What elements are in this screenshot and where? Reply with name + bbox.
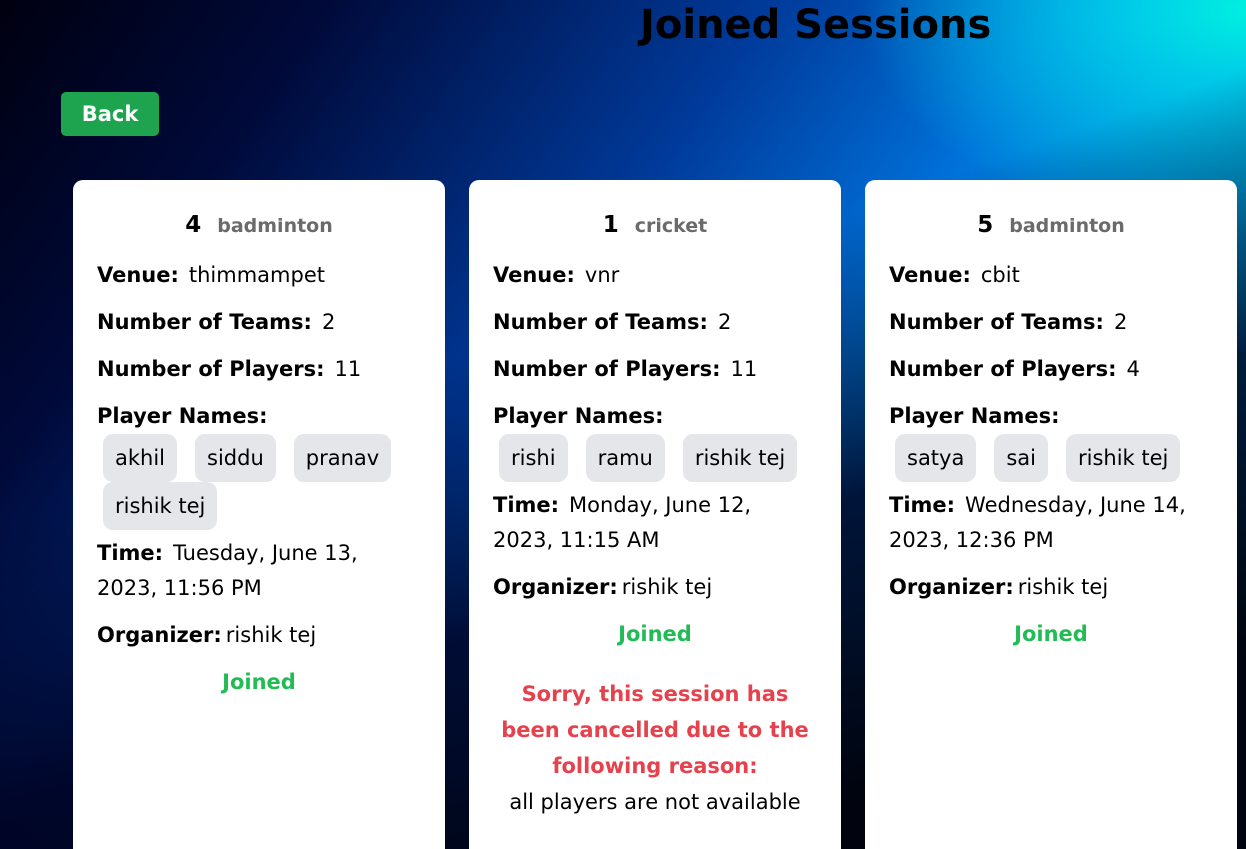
player-chip: pranav [293, 434, 392, 482]
cancellation-message: Sorry, this session has been cancelled d… [501, 682, 809, 778]
player-chip: rishik tej [1066, 434, 1181, 482]
time-label: Time: [493, 493, 560, 517]
player-chip: rishi [499, 434, 568, 482]
back-button[interactable]: Back [61, 92, 159, 136]
page-title: Joined Sessions [640, 2, 992, 48]
teams-row: Number of Teams: 2 [97, 305, 421, 340]
player-chip: ramu [585, 434, 665, 482]
session-id: 5 [977, 212, 994, 238]
teams-value: 2 [321, 310, 336, 334]
session-card: 1 cricket Venue: vnr Number of Teams: 2 Nu… [469, 180, 841, 849]
venue-label: Venue: [493, 263, 575, 287]
organizer-value: rishik tej [621, 575, 713, 599]
teams-label: Number of Teams: [493, 310, 708, 334]
players-label: Number of Players: [493, 357, 721, 381]
players-value: 11 [334, 357, 362, 381]
players-row: Number of Players: 4 [889, 352, 1213, 387]
session-sport: badminton [1009, 215, 1125, 237]
session-sport: cricket [634, 215, 708, 237]
joined-status: Joined [618, 622, 692, 646]
players-value: 11 [730, 357, 758, 381]
session-header: 1 cricket [493, 212, 817, 244]
player-chip: sai [994, 434, 1048, 482]
teams-label: Number of Teams: [889, 310, 1104, 334]
organizer-label: Organizer: [493, 575, 618, 599]
player-names-label: Player Names: [97, 404, 268, 428]
player-chip: siddu [195, 434, 276, 482]
teams-row: Number of Teams: 2 [889, 305, 1213, 340]
player-list: rishi ramu rishik tej [499, 434, 817, 482]
venue-value: vnr [584, 263, 620, 287]
session-card: 4 badminton Venue: thimmampet Number of T… [73, 180, 445, 849]
teams-value: 2 [717, 310, 732, 334]
organizer-value: rishik tej [225, 623, 317, 647]
organizer-row: Organizer: rishik tej [493, 570, 817, 605]
player-chip: akhil [103, 434, 178, 482]
player-chip: rishik tej [682, 434, 798, 482]
venue-label: Venue: [97, 263, 179, 287]
session-header: 5 badminton [889, 212, 1213, 244]
player-names-label: Player Names: [493, 404, 664, 428]
joined-status: Joined [1014, 622, 1088, 646]
session-id: 4 [185, 212, 202, 238]
organizer-row: Organizer: rishik tej [97, 618, 421, 653]
time-row: Time: Wednesday, June 14, 2023, 12:36 PM [889, 488, 1213, 558]
session-id: 1 [602, 212, 619, 238]
session-card: 5 badminton Venue: cbit Number of Teams: 2… [865, 180, 1237, 849]
player-names-label: Player Names: [889, 404, 1060, 428]
venue-row: Venue: cbit [889, 258, 1213, 293]
cancellation-reason: all players are not available [509, 790, 801, 814]
teams-row: Number of Teams: 2 [493, 305, 817, 340]
time-label: Time: [97, 541, 164, 565]
venue-value: cbit [980, 263, 1020, 287]
venue-row: Venue: vnr [493, 258, 817, 293]
players-row: Number of Players: 11 [493, 352, 817, 387]
organizer-label: Organizer: [97, 623, 222, 647]
session-sport: badminton [217, 215, 333, 237]
players-label: Number of Players: [97, 357, 325, 381]
players-value: 4 [1126, 357, 1140, 381]
organizer-label: Organizer: [889, 575, 1014, 599]
organizer-row: Organizer: rishik tej [889, 570, 1213, 605]
organizer-value: rishik tej [1017, 575, 1109, 599]
joined-status: Joined [222, 670, 296, 694]
players-label: Number of Players: [889, 357, 1117, 381]
teams-label: Number of Teams: [97, 310, 312, 334]
player-chip: rishik tej [103, 482, 218, 530]
time-label: Time: [889, 493, 956, 517]
venue-value: thimmampet [188, 263, 325, 287]
venue-label: Venue: [889, 263, 971, 287]
player-list: satya sai rishik tej [895, 434, 1213, 482]
players-row: Number of Players: 11 [97, 352, 421, 387]
time-row: Time: Tuesday, June 13, 2023, 11:56 PM [97, 536, 421, 606]
time-row: Time: Monday, June 12, 2023, 11:15 AM [493, 488, 817, 558]
player-list: akhil siddu pranav rishik tej [103, 434, 421, 530]
player-chip: satya [895, 434, 977, 482]
session-header: 4 badminton [97, 212, 421, 244]
teams-value: 2 [1113, 310, 1128, 334]
venue-row: Venue: thimmampet [97, 258, 421, 293]
